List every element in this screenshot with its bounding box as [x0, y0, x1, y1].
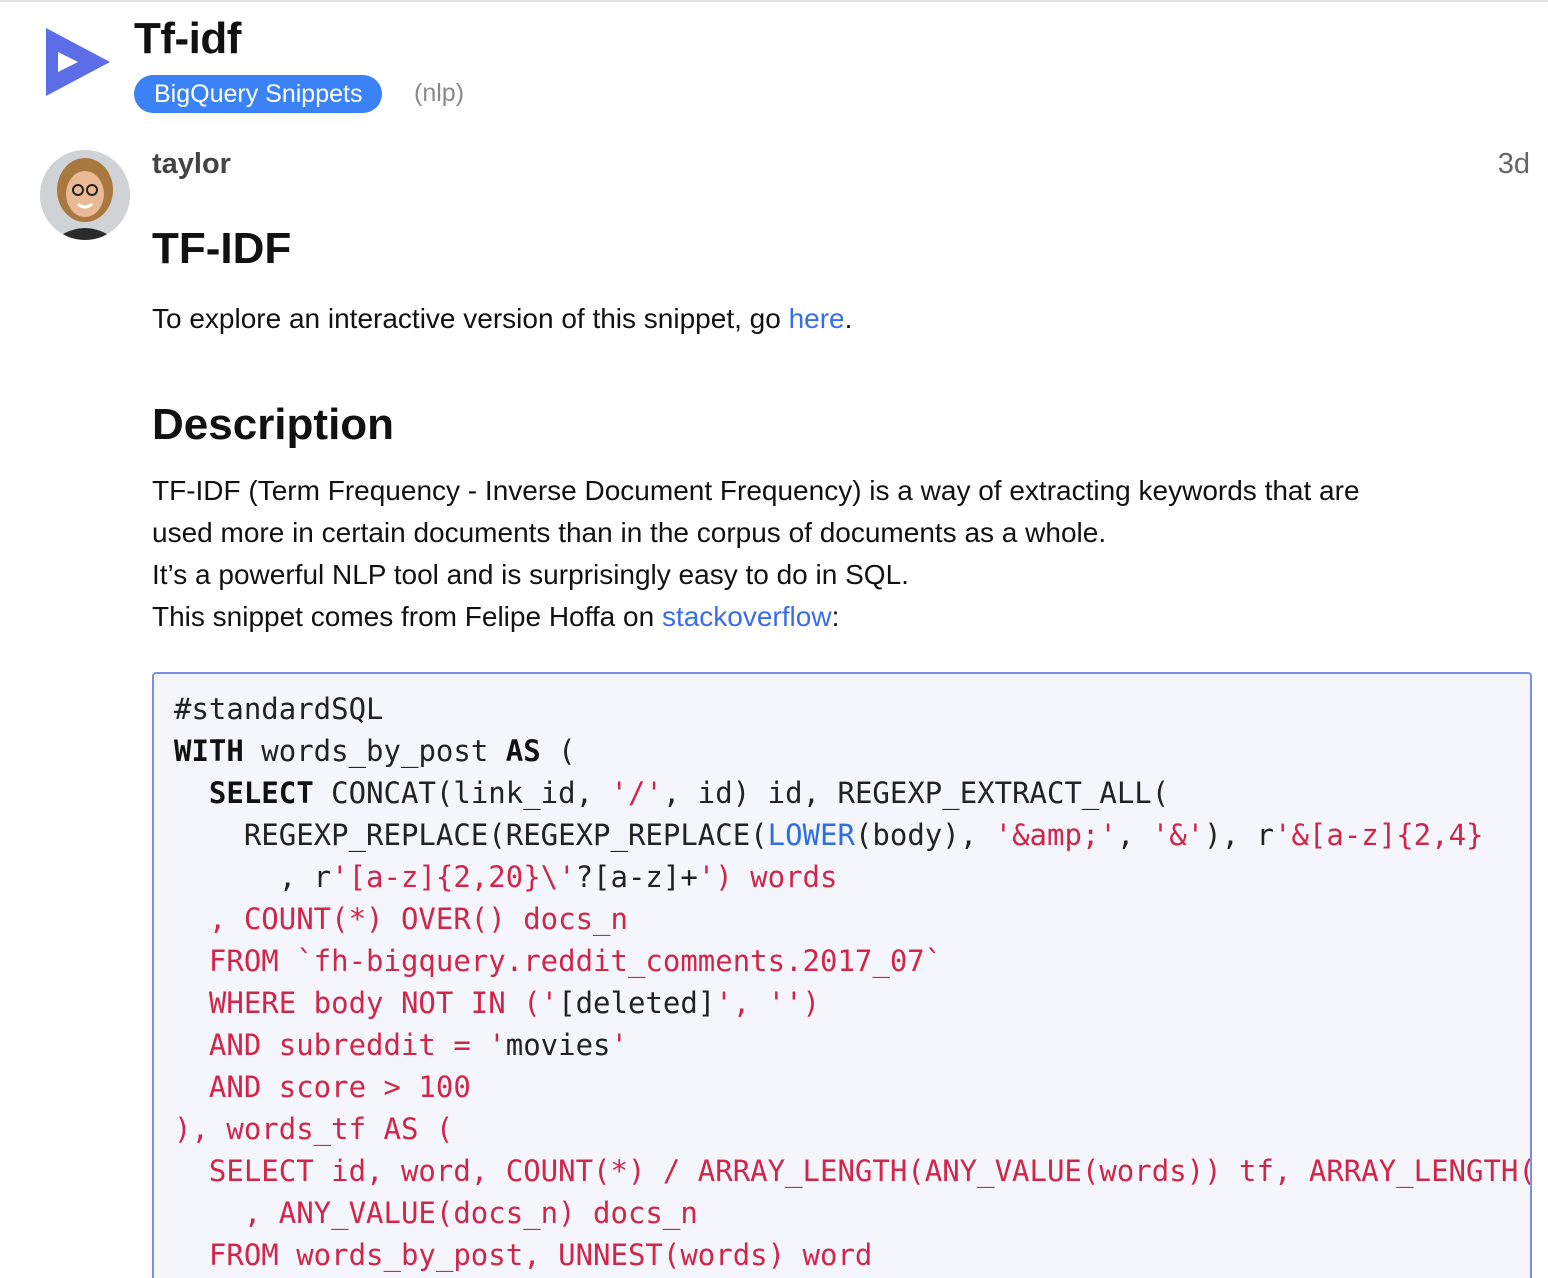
code-text: AND score > 100 — [174, 1070, 471, 1104]
description-line-end: : — [831, 601, 840, 632]
code-keyword: SELECT — [208, 776, 314, 810]
code-function: LOWER — [767, 818, 855, 852]
code-text: ?[a-z]+ — [575, 860, 698, 894]
app-logo-icon[interactable] — [44, 26, 112, 98]
code-block[interactable]: #standardSQL WITH words_by_post AS ( SEL… — [152, 672, 1532, 1278]
code-string: ', '') — [715, 986, 821, 1020]
code-line: AND subreddit = 'movies' — [174, 1024, 1530, 1066]
code-line: WHERE body NOT IN ('[deleted]', '') — [174, 982, 1530, 1024]
intro-paragraph: To explore an interactive version of thi… — [152, 298, 1532, 340]
code-keyword: AS — [505, 734, 541, 768]
topic-title[interactable]: Tf-idf — [134, 14, 241, 64]
tag-nlp[interactable]: (nlp) — [414, 75, 464, 113]
code-line: , ANY_VALUE(docs_n) docs_n — [174, 1192, 1530, 1234]
code-text: #standardSQL — [174, 692, 384, 726]
code-text: ), r — [1204, 818, 1274, 852]
code-text: words_by_post — [243, 734, 506, 768]
code-line: SELECT id, word, COUNT(*) / ARRAY_LENGTH… — [174, 1150, 1530, 1192]
avatar[interactable] — [40, 150, 130, 240]
code-string: '/' — [610, 776, 663, 810]
description-heading: Description — [152, 400, 395, 449]
code-string: ') words — [697, 860, 838, 894]
category-badge[interactable]: BigQuery Snippets — [134, 75, 383, 113]
post-heading: TF-IDF — [152, 224, 292, 273]
code-keyword: WITH — [174, 734, 244, 768]
code-text: CONCAT(link_id, — [313, 776, 611, 810]
code-text: FROM words_by_post, UNNEST(words) word — [174, 1238, 873, 1272]
code-text: , r — [174, 860, 332, 894]
code-string: '&' — [1151, 818, 1205, 852]
code-text: REGEXP_REPLACE(REGEXP_REPLACE( — [174, 818, 768, 852]
code-line: FROM words_by_post, UNNEST(words) word — [174, 1234, 1530, 1276]
post-author[interactable]: taylor — [152, 148, 231, 181]
avatar-image — [40, 150, 130, 240]
description-line: TF-IDF (Term Frequency - Inverse Documen… — [152, 475, 1360, 506]
intro-text: To explore an interactive version of thi… — [152, 303, 789, 334]
code-line: SELECT CONCAT(link_id, '/', id) id, REGE… — [174, 772, 1530, 814]
code-string: ' — [610, 1028, 628, 1062]
description-paragraph: TF-IDF (Term Frequency - Inverse Documen… — [152, 470, 1532, 638]
code-line: WITH words_by_post AS ( — [174, 730, 1530, 772]
code-text: SELECT id, word, COUNT(*) / ARRAY_LENGTH… — [174, 1154, 1532, 1188]
post-age[interactable]: 3d — [1498, 148, 1530, 181]
code-text: , id) id, REGEXP_EXTRACT_ALL( — [662, 776, 1170, 810]
description-line: It’s a powerful NLP tool and is surprisi… — [152, 559, 909, 590]
code-text: , ANY_VALUE(docs_n) docs_n — [174, 1196, 698, 1230]
description-line: This snippet comes from Felipe Hoffa on — [152, 601, 662, 632]
code-line: FROM `fh-bigquery.reddit_comments.2017_0… — [174, 940, 1530, 982]
description-line: used more in certain documents than in t… — [152, 517, 1107, 548]
code-string: '&amp;' — [994, 818, 1117, 852]
code-text: movies — [505, 1028, 611, 1062]
tag-close-paren: ) — [455, 79, 465, 107]
tag-label: nlp — [422, 79, 456, 107]
code-text: [deleted] — [558, 986, 716, 1020]
post-body: TF-IDF To explore an interactive version… — [152, 224, 1532, 638]
code-line: ), words_tf AS ( — [174, 1108, 1530, 1150]
code-string: '&[a-z]{2,4} — [1274, 818, 1484, 852]
intro-end: . — [844, 303, 853, 334]
code-string: WHERE body NOT IN (' — [174, 986, 559, 1020]
code-line: AND score > 100 — [174, 1066, 1530, 1108]
code-string: AND subreddit = ' — [174, 1028, 506, 1062]
code-line: REGEXP_REPLACE(REGEXP_REPLACE(LOWER(body… — [174, 814, 1530, 856]
code-text: ( — [540, 734, 576, 768]
code-text: , COUNT(*) OVER() docs_n — [174, 902, 628, 936]
code-text: , — [1116, 818, 1152, 852]
code-line: , COUNT(*) OVER() docs_n — [174, 898, 1530, 940]
stackoverflow-link[interactable]: stackoverflow — [662, 601, 832, 632]
here-link[interactable]: here — [789, 303, 845, 334]
top-divider — [0, 0, 1548, 2]
code-string: '[a-z]{2,20}\' — [331, 860, 576, 894]
code-text: (body), — [854, 818, 995, 852]
code-line: , r'[a-z]{2,20}\'?[a-z]+') words — [174, 856, 1530, 898]
code-text: FROM `fh-bigquery.reddit_comments.2017_0… — [174, 944, 943, 978]
code-line: #standardSQL — [174, 688, 1530, 730]
code-text: ), words_tf AS ( — [174, 1112, 454, 1146]
